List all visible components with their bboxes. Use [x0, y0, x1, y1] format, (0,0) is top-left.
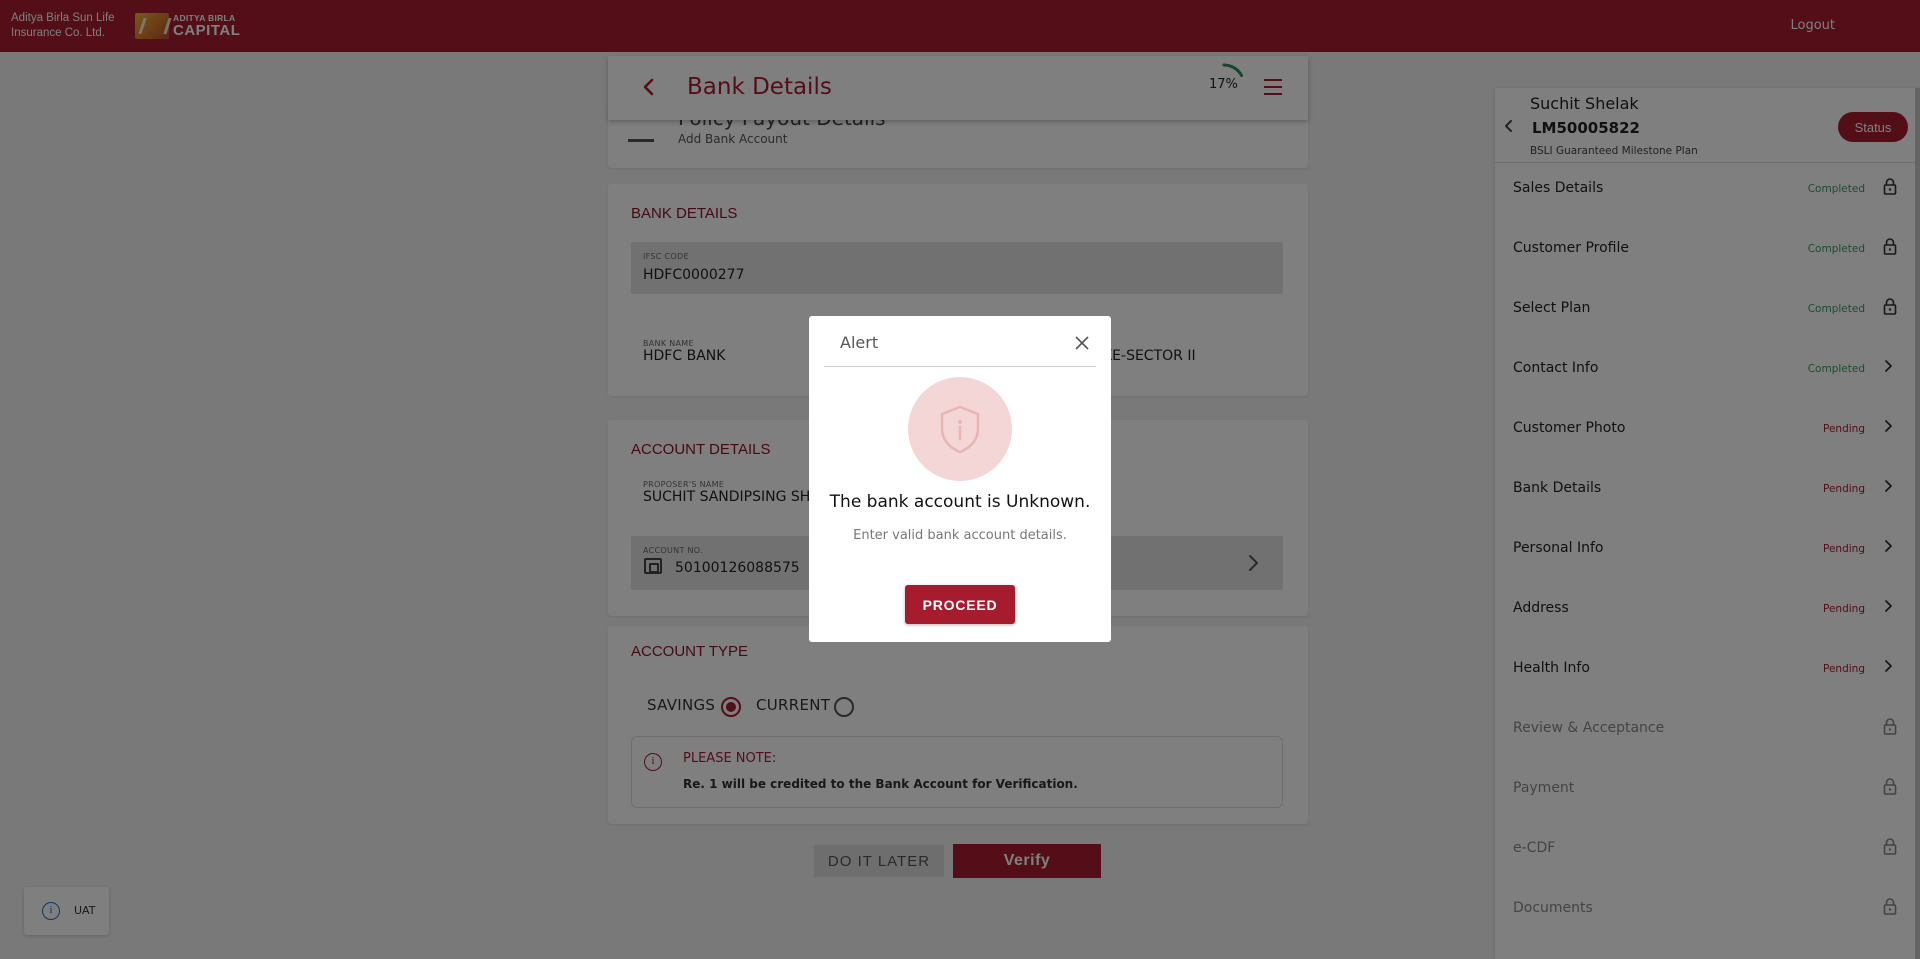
- dialog-divider: [824, 366, 1096, 367]
- dialog-title: Alert: [840, 333, 879, 352]
- dialog-message: The bank account is Unknown.: [829, 492, 1091, 512]
- alert-dialog: Alert The bank account is Unknown. Enter…: [809, 316, 1111, 642]
- dialog-submessage: Enter valid bank account details.: [853, 528, 1067, 543]
- close-icon[interactable]: [1074, 335, 1090, 351]
- shield-info-icon: [908, 377, 1012, 481]
- proceed-button[interactable]: PROCEED: [905, 585, 1015, 624]
